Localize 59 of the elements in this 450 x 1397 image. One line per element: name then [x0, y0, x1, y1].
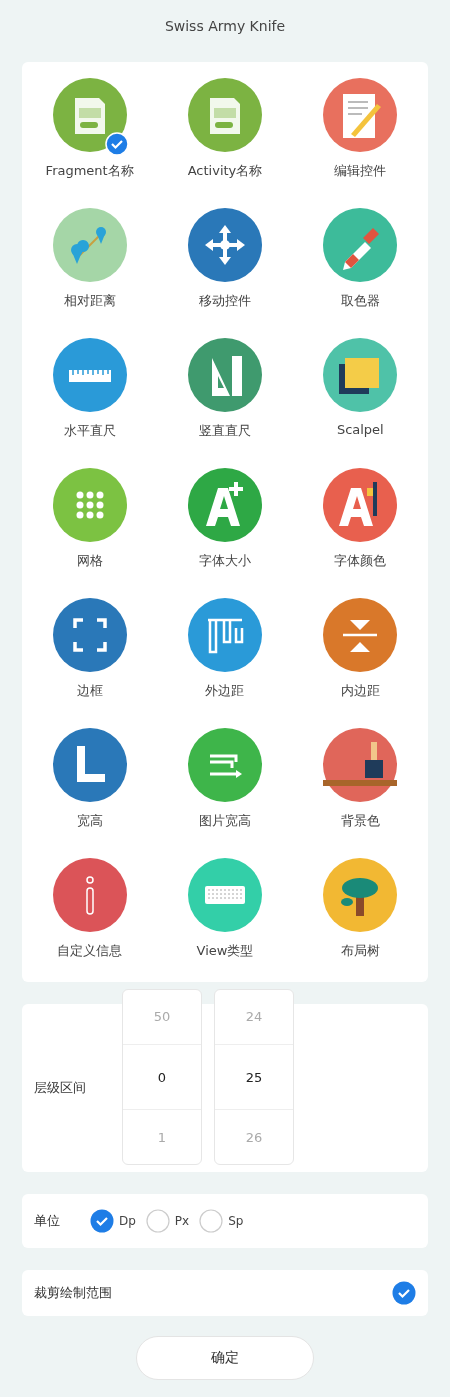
tool-label: 移动控件 — [199, 292, 251, 310]
number-picker[interactable]: 24 25 26 — [214, 989, 294, 1165]
radio-label: Dp — [119, 1214, 136, 1228]
tool-label: 宽高 — [76, 812, 103, 830]
checkbox[interactable] — [392, 1281, 416, 1305]
picker-value: 50 — [152, 1008, 172, 1027]
picker-value: 26 — [244, 1128, 264, 1147]
tool-label: 图片宽高 — [199, 812, 251, 830]
tool-label: 外边距 — [205, 682, 245, 700]
unit-label: 单位 — [34, 1212, 61, 1230]
grid-icon[interactable] — [52, 468, 127, 542]
picker-value: 1 — [156, 1128, 168, 1147]
tool-label: 字体颜色 — [334, 552, 387, 570]
tool-label: 网格 — [76, 552, 103, 570]
radio-button[interactable] — [90, 1209, 114, 1233]
tool-label: Activity名称 — [187, 162, 263, 180]
tool-label: 水平直尺 — [63, 422, 116, 440]
tool-label: 编辑控件 — [334, 162, 387, 180]
tool-label: 边框 — [76, 682, 103, 700]
tool-label: Scalpel — [336, 422, 384, 437]
tool-label: 取色器 — [340, 292, 380, 310]
radio-label: Sp — [228, 1214, 244, 1228]
file-icon[interactable] — [52, 78, 127, 152]
tool-label: 字体大小 — [199, 552, 251, 570]
tool-label: 布局树 — [340, 942, 380, 960]
ruler-icon[interactable] — [52, 338, 127, 412]
paintbrush-icon[interactable] — [323, 728, 398, 802]
tool-label: 内边距 — [340, 682, 380, 700]
level-range-label: 层级区间 — [34, 1079, 87, 1097]
info-icon[interactable] — [52, 858, 127, 932]
map-pins-icon[interactable] — [52, 208, 127, 282]
document-pencil-icon[interactable] — [323, 78, 398, 152]
font-pen-icon[interactable] — [323, 468, 398, 542]
move-arrows-icon[interactable] — [188, 208, 262, 282]
confirm-button[interactable]: 确定 — [136, 1336, 314, 1380]
tool-label: Fragment名称 — [45, 162, 134, 180]
arrow-lines-icon[interactable] — [188, 728, 262, 802]
number-picker[interactable]: 50 0 1 — [122, 989, 202, 1165]
radio-button[interactable] — [145, 1209, 170, 1233]
layers-icon[interactable] — [323, 338, 398, 412]
tool-label: 自定义信息 — [57, 942, 123, 960]
picker-value: 24 — [244, 1008, 264, 1027]
radio-label: Px — [174, 1214, 190, 1228]
keyboard-icon[interactable] — [188, 858, 262, 932]
dialog-title: Swiss Army Knife — [164, 18, 286, 36]
tool-label: 竖直直尺 — [199, 422, 251, 440]
tool-label: View类型 — [196, 942, 254, 960]
tool-label: 相对距离 — [63, 292, 116, 310]
radio-button[interactable] — [199, 1209, 224, 1233]
picker-value: 0 — [123, 1043, 201, 1111]
file-icon[interactable] — [188, 78, 262, 152]
picker-value: 25 — [215, 1043, 293, 1111]
clip-label: 裁剪绘制范围 — [34, 1284, 112, 1302]
eyedropper-icon[interactable] — [323, 208, 398, 282]
frame-corners-icon[interactable] — [52, 598, 127, 672]
tree-icon[interactable] — [323, 858, 398, 932]
compress-icon[interactable] — [323, 598, 398, 672]
font-plus-icon[interactable] — [188, 468, 262, 542]
tool-label: 背景色 — [340, 812, 380, 830]
